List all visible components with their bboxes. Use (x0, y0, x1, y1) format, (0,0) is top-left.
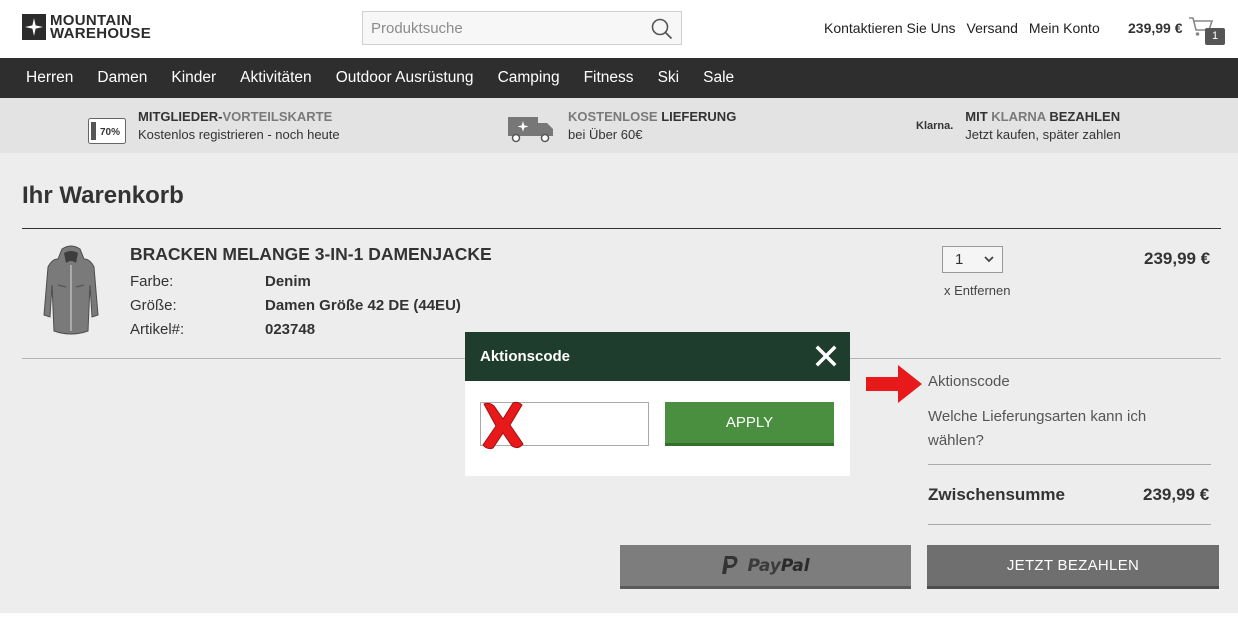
logo-text: MOUNTAIN WAREHOUSE (50, 13, 152, 42)
size-label: Größe: (130, 297, 177, 314)
paypal-pal-text: Pal (780, 555, 810, 576)
search-box (362, 11, 682, 45)
item-price: 239,99 € (1144, 249, 1211, 268)
nav-item-outdoor[interactable]: Outdoor Ausrüstung (336, 69, 474, 87)
promo-code-link[interactable]: Aktionscode (928, 373, 1010, 390)
divider (928, 464, 1211, 465)
paypal-button[interactable]: PayPal (620, 545, 911, 589)
modal-title: Aktionscode (480, 348, 571, 365)
cart-total[interactable]: 239,99 € (1128, 20, 1183, 36)
search-icon[interactable] (651, 18, 673, 45)
logo-line-2: WAREHOUSE (50, 25, 152, 42)
nav-item-damen[interactable]: Damen (97, 69, 147, 87)
klarna-title-bold-1: MIT (965, 109, 992, 124)
membership-title-light: VORTEILSKARTE (222, 109, 333, 124)
main-nav: Herren Damen Kinder Aktivitäten Outdoor … (0, 58, 1238, 98)
delivery-options-link[interactable]: Welche Lieferungsarten kann ich wählen? (928, 405, 1178, 453)
delivery-truck-icon (508, 117, 553, 143)
cart-count-badge: 1 (1205, 28, 1225, 45)
subtotal-value: 239,99 € (1143, 485, 1210, 504)
quantity-value: 1 (955, 251, 964, 268)
delivery-title-bold: LIEFERUNG (661, 109, 737, 124)
logo-star-icon (22, 14, 46, 40)
klarna-title-bold-2: BEZAHLEN (1045, 109, 1121, 124)
red-arrow-annotation (866, 365, 922, 408)
close-icon[interactable] (814, 344, 838, 373)
sku-value: 023748 (265, 321, 316, 338)
membership-badge-text: 70% (100, 127, 120, 138)
klarna-subtitle: Jetzt kaufen, später zahlen (965, 127, 1121, 142)
subtotal-label: Zwischensumme (928, 485, 1065, 504)
contact-link[interactable]: Kontaktieren Sie Uns (824, 20, 956, 36)
checkout-button[interactable]: JETZT BEZAHLEN (927, 545, 1219, 589)
nav-item-aktivitaeten[interactable]: Aktivitäten (240, 69, 312, 87)
membership-title-bold: MITGLIEDER- (138, 109, 223, 124)
paypal-pay-text: Pay (747, 555, 781, 576)
nav-item-ski[interactable]: Ski (658, 69, 680, 87)
search-input[interactable] (363, 12, 643, 44)
size-value: Damen Größe 42 DE (44EU) (265, 297, 461, 314)
nav-item-sale[interactable]: Sale (703, 69, 734, 87)
nav-item-camping[interactable]: Camping (498, 69, 560, 87)
promo-strip: 70% MITGLIEDER-VORTEILSKARTE Kostenlos r… (0, 98, 1238, 153)
paypal-icon (722, 555, 738, 574)
top-links: Kontaktieren Sie Uns Versand Mein Konto (824, 20, 1111, 36)
delivery-title-light: KOSTENLOSE (568, 109, 662, 124)
promo-klarna[interactable]: Klarna. MIT KLARNA BEZAHLEN Jetzt kaufen… (916, 109, 1121, 142)
account-link[interactable]: Mein Konto (1029, 20, 1100, 36)
product-image[interactable] (40, 245, 102, 348)
klarna-logo: Klarna. (916, 120, 954, 132)
quantity-select[interactable]: 1 (942, 246, 1003, 273)
product-name[interactable]: BRACKEN MELANGE 3-IN-1 DAMENJACKE (130, 244, 492, 265)
modal-header: Aktionscode (465, 332, 850, 381)
logo[interactable]: MOUNTAIN WAREHOUSE (22, 13, 152, 42)
promo-membership[interactable]: 70% MITGLIEDER-VORTEILSKARTE Kostenlos r… (88, 109, 340, 144)
membership-subtitle: Kostenlos registrieren - noch heute (138, 127, 340, 142)
membership-card-icon: 70% (88, 118, 126, 144)
red-x-annotation-icon (480, 400, 526, 455)
color-value: Denim (265, 273, 311, 290)
remove-item-link[interactable]: x Entfernen (944, 283, 1011, 298)
divider (928, 524, 1211, 525)
delivery-subtitle: bei Über 60€ (568, 127, 643, 142)
promo-delivery[interactable]: KOSTENLOSE LIEFERUNG bei Über 60€ (507, 109, 736, 143)
promo-code-modal: Aktionscode APPLY (465, 332, 850, 476)
nav-item-herren[interactable]: Herren (26, 69, 73, 87)
sku-label: Artikel#: (130, 321, 185, 338)
divider (22, 228, 1221, 229)
klarna-title-light: KLARNA (991, 109, 1046, 124)
shipping-link[interactable]: Versand (967, 20, 1018, 36)
color-label: Farbe: (130, 273, 174, 290)
apply-button[interactable]: APPLY (665, 402, 834, 446)
nav-item-kinder[interactable]: Kinder (171, 69, 216, 87)
chevron-down-icon (984, 247, 994, 282)
site-header: MOUNTAIN WAREHOUSE Kontaktieren Sie Uns … (0, 0, 1238, 58)
nav-item-fitness[interactable]: Fitness (584, 69, 634, 87)
paypal-wordmark: PayPal (747, 556, 809, 576)
page-title: Ihr Warenkorb (22, 182, 184, 209)
